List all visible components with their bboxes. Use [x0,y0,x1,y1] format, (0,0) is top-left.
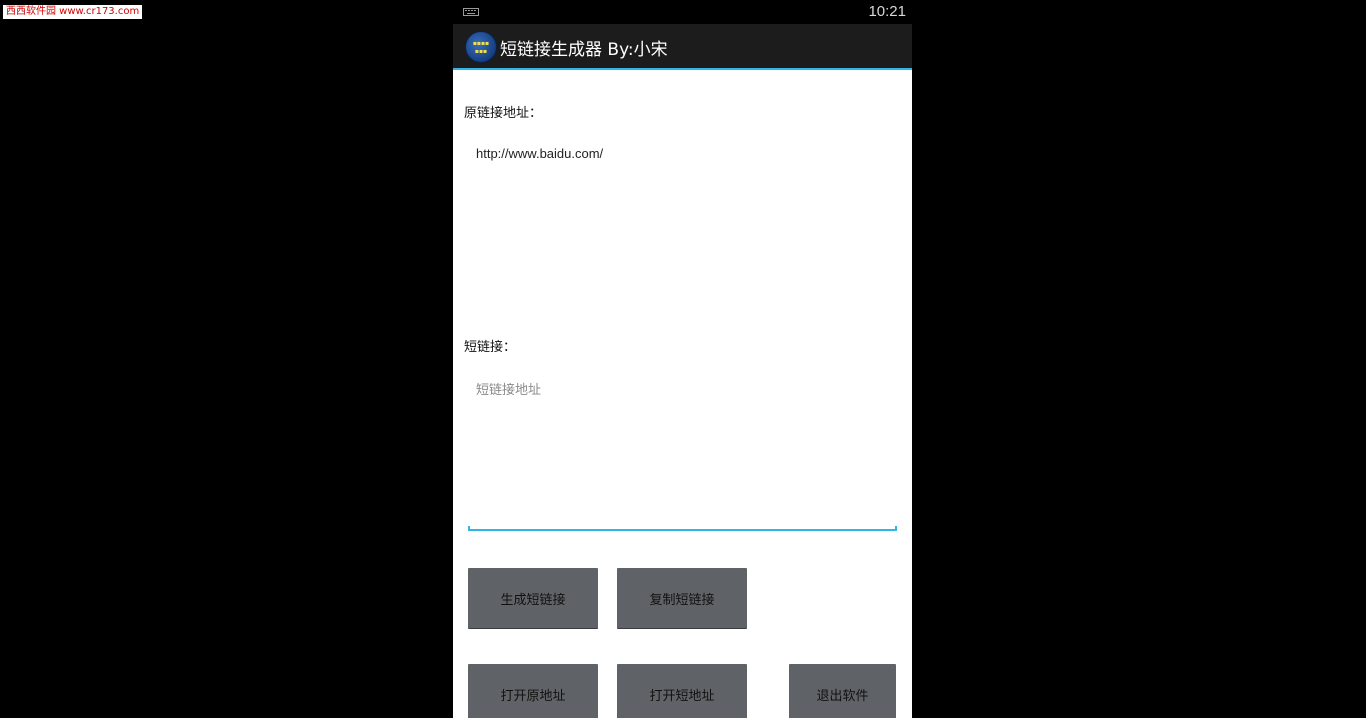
status-bar: 10:21 [453,0,912,24]
short-link-input-underline [468,526,897,531]
exit-app-button[interactable]: 退出软件 [789,664,896,718]
status-clock: 10:21 [868,3,906,20]
app-logo-icon[interactable]: ▪▪▪▪ ▪▪▪ [465,31,497,63]
site-watermark: 西西软件园 www.cr173.com [3,5,143,19]
short-link-input[interactable]: 短链接地址 [464,370,899,530]
short-link-placeholder: 短链接地址 [476,383,542,398]
copy-short-link-button[interactable]: 复制短链接 [617,568,747,628]
original-link-value: http://www.baidu.com/ [476,146,604,161]
app-title: 短链接生成器 By:小宋 [500,40,668,60]
original-link-input[interactable]: http://www.baidu.com/ [464,135,899,315]
original-link-label: 原链接地址： [464,106,543,121]
open-original-button[interactable]: 打开原地址 [468,664,598,718]
app-screen: 10:21 ▪▪▪▪ ▪▪▪ 短链接生成器 By:小宋 原链接地址： http:… [453,0,912,718]
action-bar: ▪▪▪▪ ▪▪▪ 短链接生成器 By:小宋 [453,24,912,70]
short-link-label: 短链接： [464,340,517,355]
open-short-button[interactable]: 打开短地址 [617,664,747,718]
keyboard-icon [463,8,479,16]
generate-short-link-button[interactable]: 生成短链接 [468,568,598,628]
